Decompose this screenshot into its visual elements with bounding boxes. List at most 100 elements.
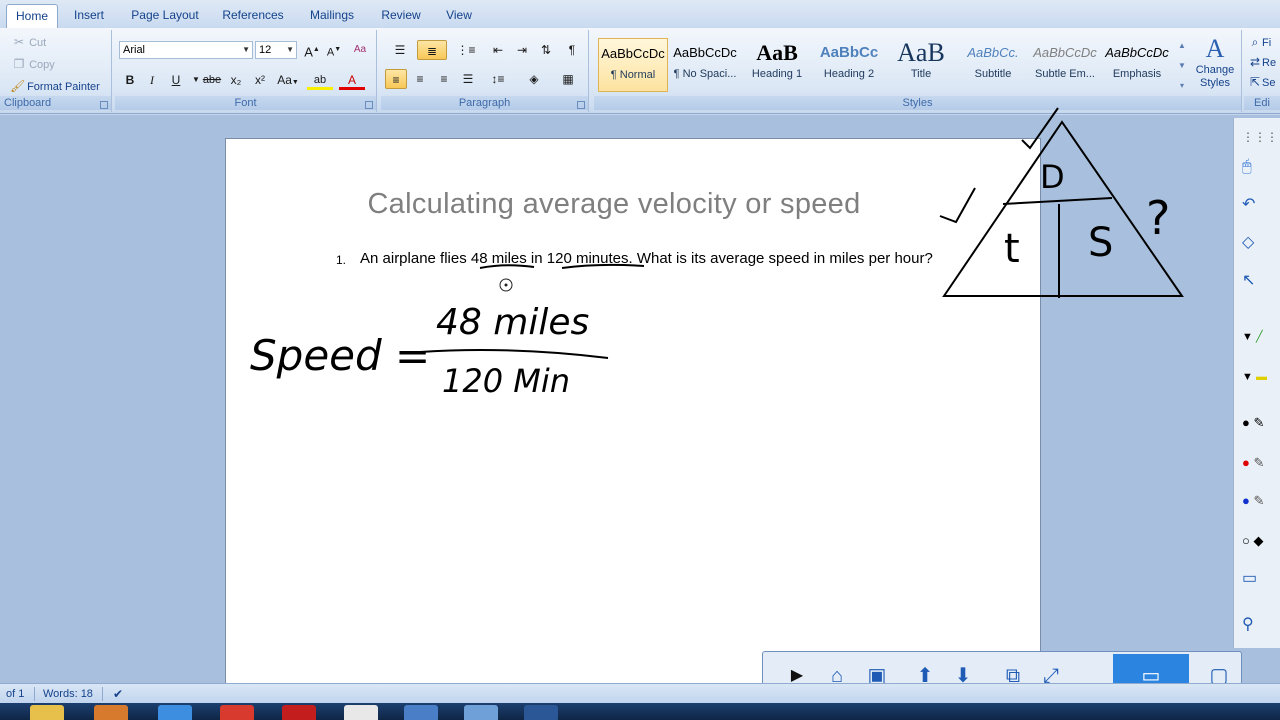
- eraser-icon[interactable]: ○ ◆: [1242, 526, 1278, 556]
- pilcrow-icon: ¶: [568, 43, 576, 57]
- chevron-down-icon: ▼: [192, 75, 200, 84]
- superscript-button[interactable]: x²: [249, 70, 271, 90]
- style-subtitle[interactable]: AaBbCc. Subtitle: [958, 38, 1028, 92]
- select-icon: ⇱: [1249, 75, 1261, 89]
- pen-dropdown-icon[interactable]: ▼ ╱: [1242, 322, 1278, 352]
- font-color-button[interactable]: A: [339, 70, 365, 90]
- sort-button[interactable]: ⇅: [535, 40, 557, 60]
- align-center-button[interactable]: ≡: [409, 69, 431, 89]
- align-left-button[interactable]: ≡: [385, 69, 407, 89]
- font-launcher-icon[interactable]: [365, 101, 373, 109]
- question-part: . What is its average speed in miles per…: [628, 250, 933, 267]
- tab-insert[interactable]: Insert: [66, 4, 112, 28]
- paragraph-launcher-icon[interactable]: [577, 101, 585, 109]
- justify-icon: ☰: [462, 72, 474, 86]
- shrink-font-button[interactable]: A▼: [323, 40, 345, 60]
- style-emphasis[interactable]: AaBbCcDc Emphasis: [1102, 38, 1172, 92]
- document-page[interactable]: Calculating average velocity or speed 1.…: [225, 138, 1041, 698]
- tools-icon[interactable]: ⚲: [1242, 610, 1278, 640]
- format-painter-button[interactable]: 🖌 Format Painter: [10, 76, 100, 96]
- style-normal[interactable]: AaBbCcDc ¶ Normal: [598, 38, 668, 92]
- tab-references[interactable]: References: [216, 4, 290, 28]
- word-icon[interactable]: [524, 705, 558, 720]
- document-icon[interactable]: [344, 705, 378, 720]
- select-button[interactable]: ⇱ Se: [1248, 72, 1276, 92]
- tab-mailings[interactable]: Mailings: [300, 4, 364, 28]
- style-no-spacing[interactable]: AaBbCcDc ¶ No Spaci...: [670, 38, 740, 92]
- tab-home[interactable]: Home: [6, 4, 58, 28]
- bold-button[interactable]: B: [119, 70, 141, 90]
- tab-view[interactable]: View: [438, 4, 480, 28]
- drag-handle-icon[interactable]: ⋮⋮⋮: [1242, 122, 1278, 152]
- subscript-button[interactable]: x₂: [225, 70, 247, 90]
- style-title[interactable]: AaB Title: [886, 38, 956, 92]
- media-icon[interactable]: [94, 705, 128, 720]
- underline-button[interactable]: U: [165, 70, 187, 90]
- editing-group-label: Edi: [1244, 96, 1280, 110]
- change-case-button[interactable]: Aa▼: [275, 70, 301, 90]
- proofing-icon[interactable]: ✔: [113, 684, 123, 704]
- shapes-icon[interactable]: ◇: [1242, 228, 1278, 258]
- bullets-button[interactable]: ☰: [385, 40, 415, 60]
- clear-formatting-button[interactable]: Aa: [349, 40, 371, 60]
- app-icon[interactable]: [464, 705, 498, 720]
- align-center-icon: ≡: [416, 72, 424, 86]
- folder-icon[interactable]: [30, 705, 64, 720]
- align-left-icon: ≡: [392, 73, 400, 87]
- grow-font-button[interactable]: A▲: [301, 40, 323, 60]
- clipboard-group-label: Clipboard: [0, 96, 111, 110]
- select-arrow-icon[interactable]: ↖: [1242, 266, 1278, 296]
- cut-button[interactable]: ✂ Cut: [12, 32, 46, 52]
- clipboard-launcher-icon[interactable]: [100, 101, 108, 109]
- tab-page-layout[interactable]: Page Layout: [124, 4, 206, 28]
- decrease-indent-button[interactable]: ⇤: [487, 40, 509, 60]
- black-pen-icon[interactable]: ● ✎: [1242, 408, 1278, 438]
- opera-icon[interactable]: [282, 705, 316, 720]
- tab-review[interactable]: Review: [374, 4, 428, 28]
- style-sample: AaBbCcDc: [1105, 45, 1169, 60]
- app-icon[interactable]: [404, 705, 438, 720]
- line-spacing-button[interactable]: ↕≡: [483, 69, 513, 89]
- font-size-value: 12: [259, 44, 272, 56]
- screen-capture-icon[interactable]: ▭: [1242, 564, 1278, 594]
- change-styles-button[interactable]: A Change Styles: [1192, 34, 1238, 96]
- style-sample: AaBbCcDc: [673, 45, 737, 60]
- style-sample: AaBbCc.: [967, 45, 1019, 60]
- style-subtle-emphasis[interactable]: AaBbCcDc Subtle Em...: [1030, 38, 1100, 92]
- mouse-icon[interactable]: 🖱: [1242, 152, 1278, 182]
- font-name-combo[interactable]: Arial ▼: [119, 41, 253, 59]
- find-button[interactable]: ⌕ Fi: [1248, 32, 1272, 52]
- show-formatting-button[interactable]: ¶: [561, 40, 583, 60]
- style-heading-2[interactable]: AaBbCc Heading 2: [814, 38, 884, 92]
- style-heading-1[interactable]: AaB Heading 1: [742, 38, 812, 92]
- grow-font-label: A: [304, 44, 313, 60]
- red-pen-icon[interactable]: ● ✎: [1242, 448, 1278, 478]
- strikethrough-button[interactable]: abe: [201, 70, 223, 90]
- browser-icon[interactable]: [158, 705, 192, 720]
- font-size-combo[interactable]: 12 ▼: [255, 41, 297, 59]
- highlight-button[interactable]: ab: [307, 70, 333, 90]
- increase-indent-button[interactable]: ⇥: [511, 40, 533, 60]
- line-spacing-icon: ↕≡: [491, 72, 505, 86]
- styles-scroll[interactable]: ▲ ▼ ▾: [1176, 36, 1188, 96]
- blue-pen-icon[interactable]: ● ✎: [1242, 486, 1278, 516]
- replace-button[interactable]: ⇄ Re: [1248, 52, 1276, 72]
- replace-label: Re: [1262, 57, 1277, 69]
- numbering-button[interactable]: ≣: [417, 40, 447, 60]
- shading-button[interactable]: ◈: [519, 69, 549, 89]
- font-name-value: Arial: [123, 44, 146, 56]
- undo-icon[interactable]: ↶: [1242, 190, 1278, 220]
- borders-button[interactable]: ▦: [553, 69, 583, 89]
- chrome-icon[interactable]: [220, 705, 254, 720]
- word-count[interactable]: Words: 18: [43, 684, 93, 704]
- multilevel-list-button[interactable]: ⋮≡: [451, 40, 481, 60]
- style-sample: AaB: [897, 38, 945, 67]
- superscript-label: x²: [255, 73, 265, 87]
- highlighter-dropdown-icon[interactable]: ▼ ▬: [1242, 362, 1278, 392]
- justify-button[interactable]: ☰: [457, 69, 479, 89]
- align-right-button[interactable]: ≡: [433, 69, 455, 89]
- copy-button[interactable]: ❐ Copy: [12, 54, 55, 74]
- italic-button[interactable]: I: [141, 70, 163, 90]
- format-painter-label: Format Painter: [27, 81, 100, 93]
- multilevel-list-icon: ⋮≡: [456, 43, 476, 57]
